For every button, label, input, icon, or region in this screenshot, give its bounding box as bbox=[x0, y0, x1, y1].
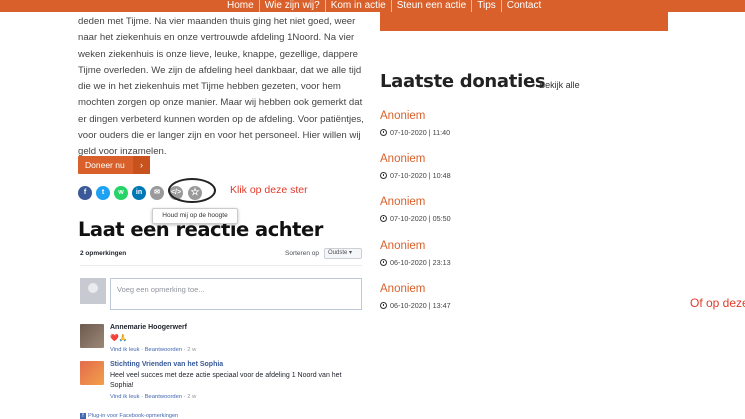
clock-icon bbox=[380, 302, 387, 309]
clock-icon bbox=[380, 259, 387, 266]
donate-button-label: Doneer nu bbox=[85, 160, 125, 170]
caret-down-icon: ▾ bbox=[349, 250, 353, 256]
donation-date: 06-10-2020 | 23:13 bbox=[380, 258, 451, 267]
highlight-circle bbox=[168, 178, 216, 203]
donation-name: Anoniem bbox=[380, 196, 426, 208]
annotation-right-hint: Of op deze bbox=[690, 296, 745, 310]
sort-label: Sorteren op bbox=[285, 250, 319, 257]
nav-item-kom-in-actie[interactable]: Kom in actie bbox=[324, 0, 391, 12]
whatsapp-icon[interactable]: w bbox=[114, 186, 128, 200]
comment-input[interactable]: Voeg een opmerking toe... bbox=[110, 278, 362, 310]
facebook-icon: f bbox=[80, 413, 86, 419]
twitter-icon[interactable]: t bbox=[96, 186, 110, 200]
avatar-placeholder bbox=[80, 278, 106, 304]
divider bbox=[80, 265, 362, 266]
donation-name: Anoniem bbox=[380, 153, 426, 165]
linkedin-icon[interactable]: in bbox=[132, 186, 146, 200]
comment-text: ❤️🙏 bbox=[110, 335, 128, 342]
donation-date: 07-10-2020 | 05:50 bbox=[380, 214, 451, 223]
annotation-star-hint: Klik op deze ster bbox=[230, 184, 308, 196]
comment-author[interactable]: Stichting Vrienden van het Sophia bbox=[110, 361, 223, 368]
donation-date: 06-10-2020 | 13:47 bbox=[380, 301, 451, 310]
clock-icon bbox=[380, 215, 387, 222]
campaign-story-text: deden met Tijme. Na vier maanden thuis g… bbox=[78, 16, 364, 158]
comment-actions[interactable]: Vind ik leuk · Beantwoorden · 2 w bbox=[110, 394, 196, 400]
nav-item-steun-een-actie[interactable]: Steun een actie bbox=[390, 0, 472, 12]
donation-date: 07-10-2020 | 11:40 bbox=[380, 128, 450, 137]
sort-select[interactable]: Oudste ▾ bbox=[324, 248, 362, 259]
nav-item-contact[interactable]: Contact bbox=[500, 0, 546, 12]
donations-title: Laatste donaties bbox=[380, 71, 546, 92]
plugin-footer[interactable]: f Plug-in voor Facebook-opmerkingen bbox=[80, 413, 178, 419]
avatar bbox=[80, 324, 104, 348]
comment-count: 2 opmerkingen bbox=[80, 250, 127, 257]
comment-text: Heel veel succes met deze actie speciaal… bbox=[110, 372, 342, 389]
comment-author[interactable]: Annemarie Hoogerwerf bbox=[110, 324, 187, 331]
sort-value: Oudste bbox=[328, 250, 348, 256]
nav-item-wie-zijn-wij[interactable]: Wie zijn wij? bbox=[258, 0, 325, 12]
comment-actions[interactable]: Vind ik leuk · Beantwoorden · 2 w bbox=[110, 347, 196, 353]
comment-item: Annemarie Hoogerwerf ❤️🙏 Vind ik leuk · … bbox=[80, 324, 362, 362]
email-icon[interactable]: ✉ bbox=[150, 186, 164, 200]
view-all-link[interactable]: Bekijk alle bbox=[532, 80, 580, 90]
donation-name: Anoniem bbox=[380, 240, 426, 252]
donation-name: Anoniem bbox=[380, 283, 426, 295]
donation-name: Anoniem bbox=[380, 110, 426, 122]
tooltip: Houd mij op de hoogte bbox=[152, 208, 238, 224]
donate-button[interactable]: Doneer nu › bbox=[78, 156, 150, 174]
chevron-right-icon: › bbox=[133, 156, 150, 174]
clock-icon bbox=[380, 129, 387, 136]
top-navigation: Home Wie zijn wij? Kom in actie Steun ee… bbox=[0, 0, 745, 12]
avatar bbox=[80, 361, 104, 385]
sidebar-top-bar bbox=[380, 12, 668, 31]
donation-date: 07-10-2020 | 10:48 bbox=[380, 171, 451, 180]
comment-item: Stichting Vrienden van het Sophia Heel v… bbox=[80, 361, 362, 409]
clock-icon bbox=[380, 172, 387, 179]
nav-item-home[interactable]: Home bbox=[222, 0, 259, 12]
facebook-icon[interactable]: f bbox=[78, 186, 92, 200]
nav-item-tips[interactable]: Tips bbox=[471, 0, 501, 12]
